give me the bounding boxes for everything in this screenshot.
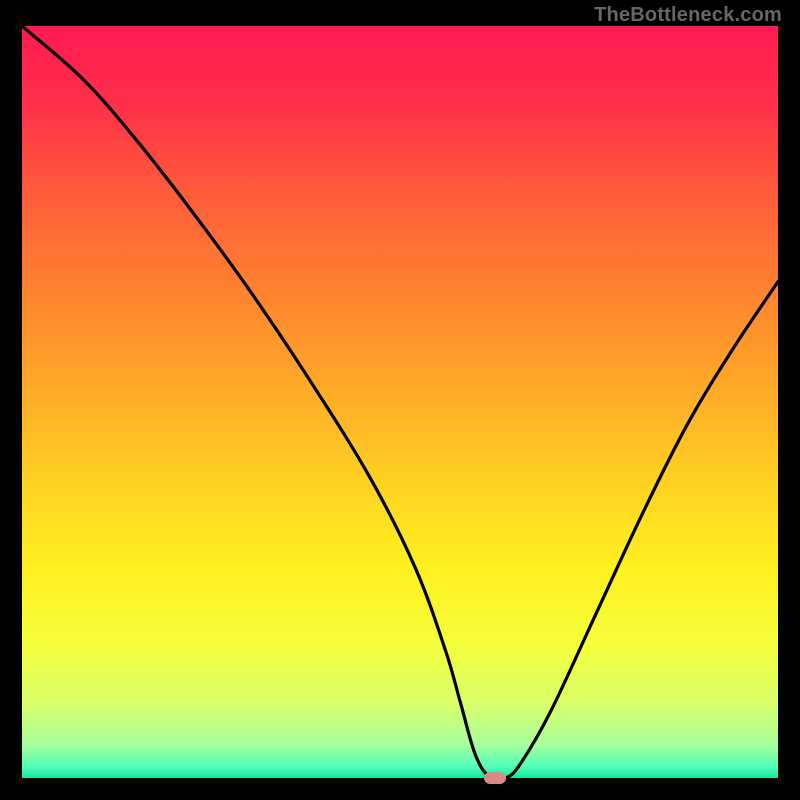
chart-svg — [22, 26, 778, 778]
optimal-point-marker — [484, 772, 506, 784]
chart-frame: TheBottleneck.com — [0, 0, 800, 800]
watermark-text: TheBottleneck.com — [594, 4, 782, 27]
plot-area — [22, 26, 778, 778]
